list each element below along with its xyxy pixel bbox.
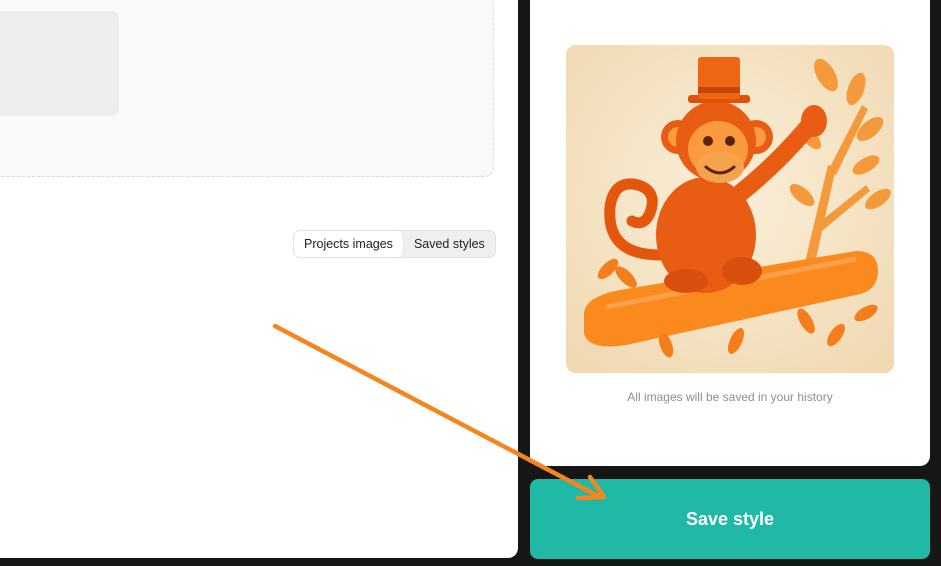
- upload-drop-zone[interactable]: [0, 0, 494, 177]
- tab-saved-styles[interactable]: Saved styles: [404, 231, 495, 257]
- tab-projects-images[interactable]: Projects images: [294, 231, 404, 257]
- style-preview-card: All images will be saved in your history: [530, 0, 930, 466]
- save-style-button[interactable]: Save style: [530, 479, 930, 559]
- image-placeholder: [0, 11, 119, 116]
- image-source-tabs: Projects images Saved styles: [293, 230, 496, 258]
- main-panel: Projects images Saved styles: [0, 0, 518, 558]
- monkey-illustration: [566, 45, 894, 373]
- history-caption: All images will be saved in your history: [627, 390, 833, 404]
- style-preview-image: [566, 45, 894, 373]
